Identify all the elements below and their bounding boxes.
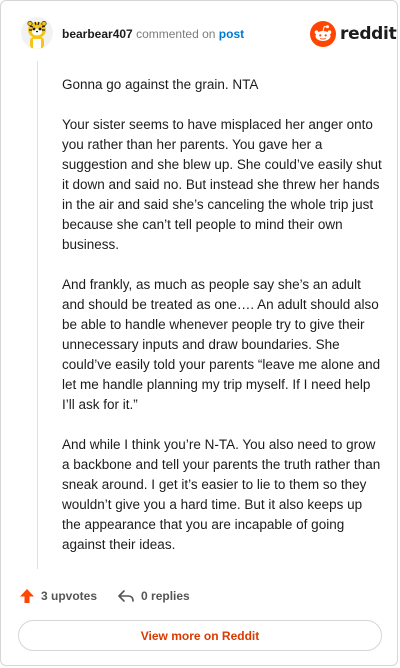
comment-card: bearbear407 commented on post reddit Gon… [0,0,398,666]
replies-button[interactable]: 0 replies [117,588,190,604]
comment-meta: bearbear407 commented on post [62,26,244,42]
comment-paragraph: Your sister seems to have misplaced her … [62,117,382,252]
username[interactable]: bearbear407 [62,27,133,41]
comment-body: Gonna go against the grain. NTA Your sis… [62,75,382,575]
comment-actions: 3 upvotes 0 replies [19,586,210,606]
comment-paragraph: And while I think you’re N-TA. You also … [62,437,381,552]
thread-line [37,61,38,569]
action-text: commented on [136,27,216,41]
upvote-arrow-icon [20,589,34,603]
comment-paragraph: Gonna go against the grain. NTA [62,77,259,92]
comment-header: bearbear407 commented on post reddit [1,1,399,65]
reply-arrow-icon [118,590,134,602]
tiger-snoo-avatar-icon [21,17,53,49]
view-more-button[interactable]: View more on Reddit [18,620,382,651]
upvote-button[interactable]: 3 upvotes [19,588,97,604]
comment-paragraph: And frankly, as much as people say she’s… [62,277,381,412]
reply-count: 0 replies [141,589,190,603]
reddit-wordmark: reddit [340,24,397,44]
post-link[interactable]: post [219,27,244,41]
upvote-count: 3 upvotes [41,589,98,603]
avatar[interactable] [21,17,53,49]
reddit-snoo-icon [310,21,336,47]
reddit-logo[interactable]: reddit [310,21,397,47]
